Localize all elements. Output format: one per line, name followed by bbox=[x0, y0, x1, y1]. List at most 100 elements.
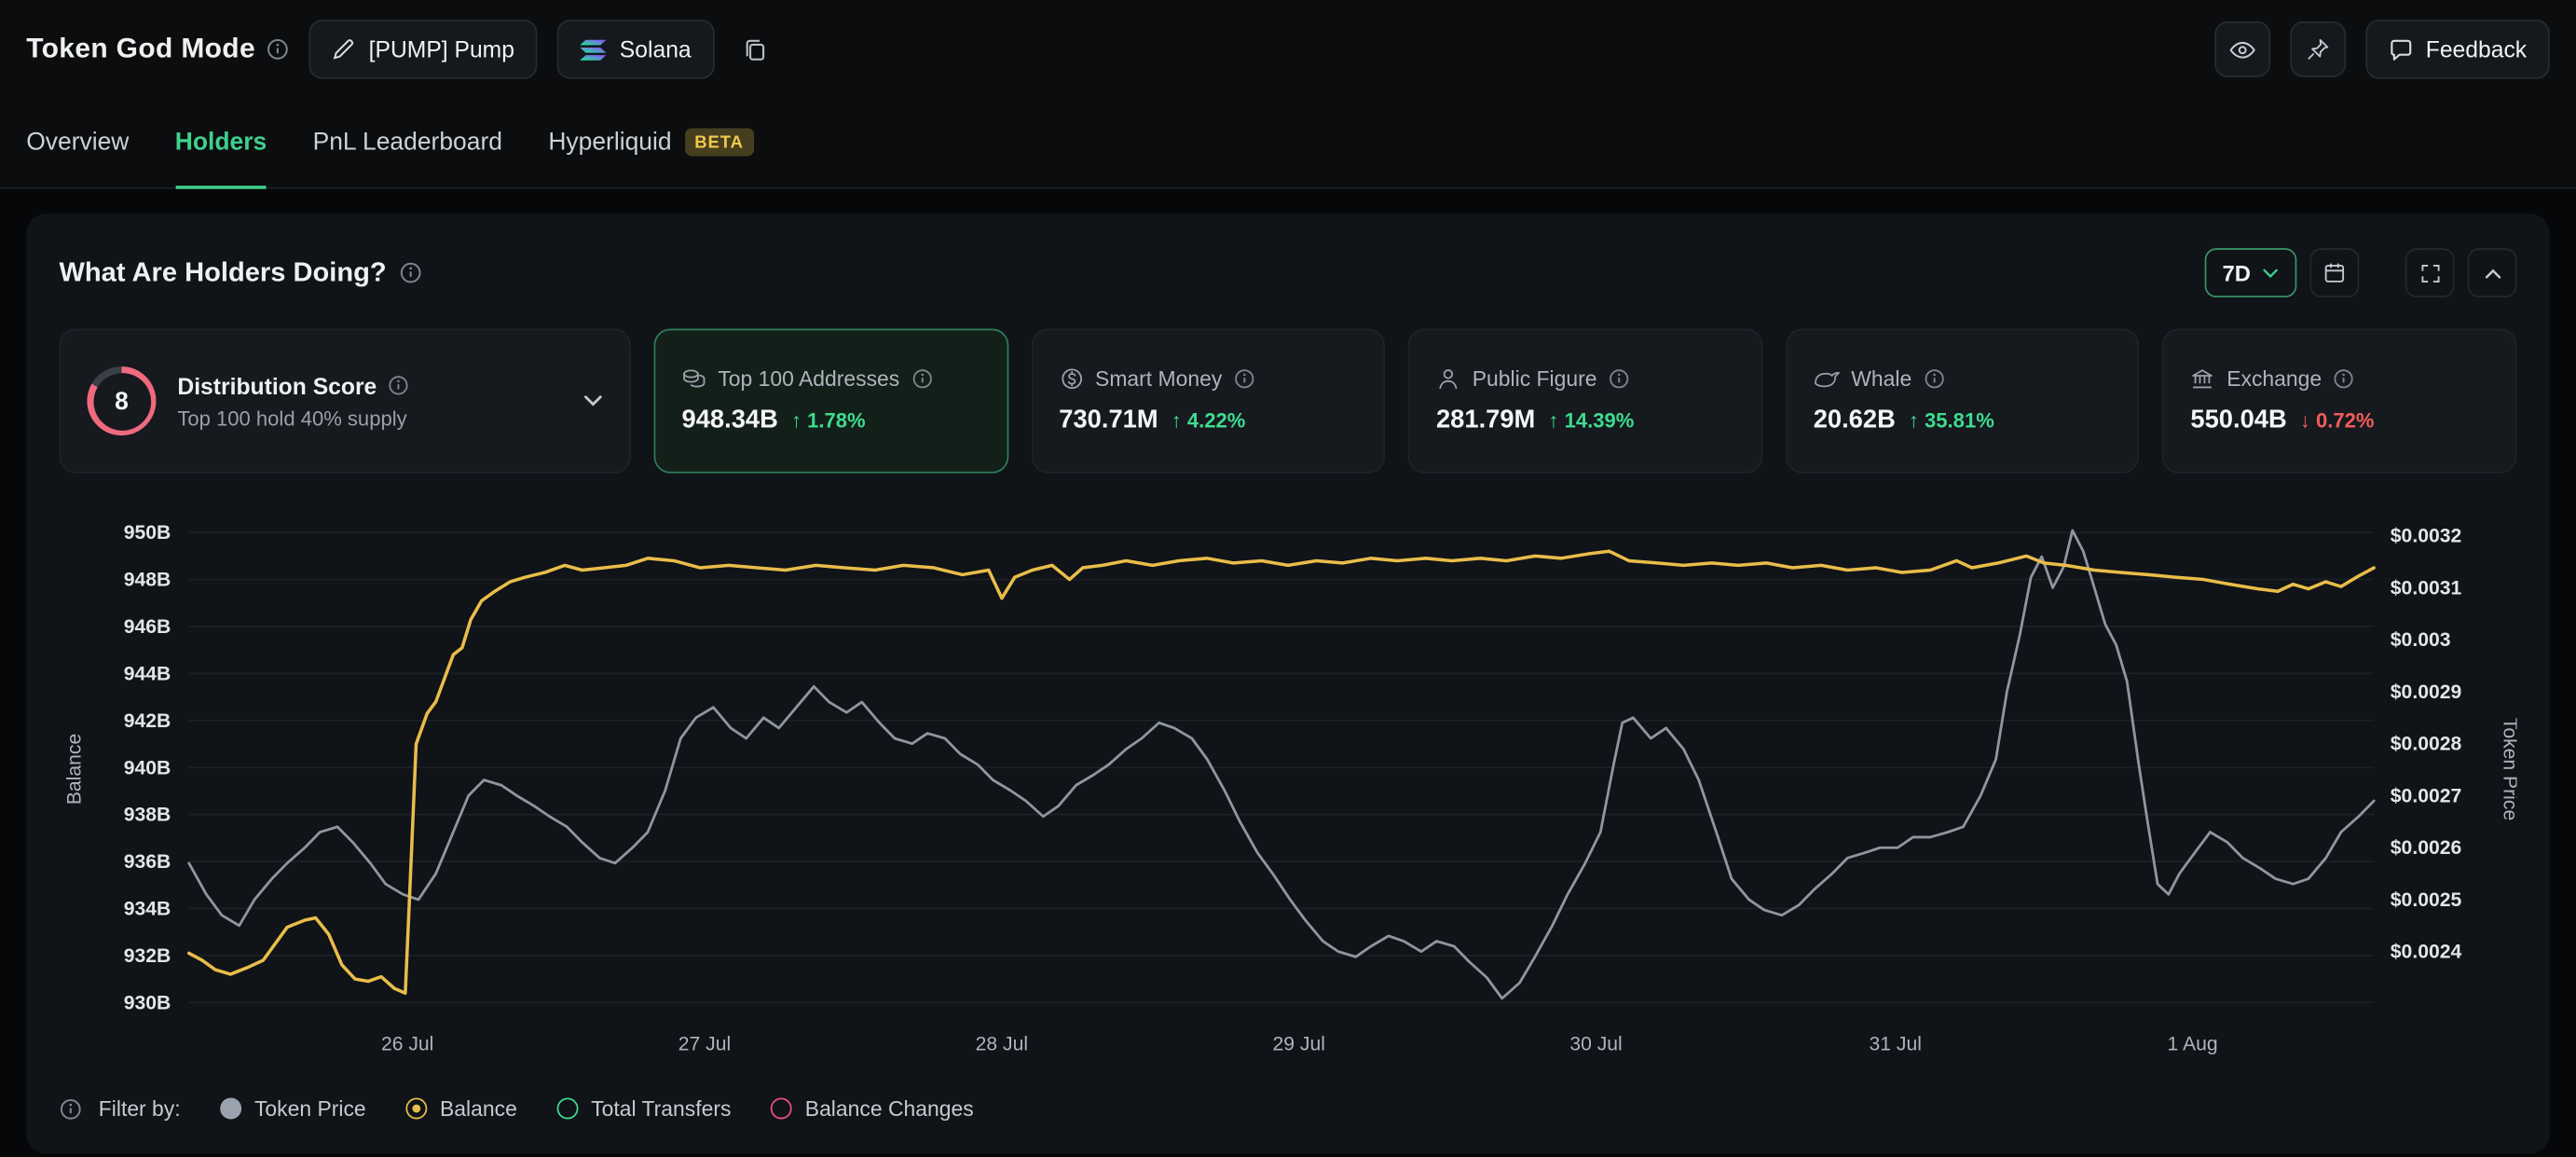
stat-card-top-100-addresses[interactable]: Top 100 Addresses 948.34B ↑ 1.78% bbox=[654, 329, 1008, 474]
fullscreen-button[interactable] bbox=[2405, 248, 2455, 297]
page-title-text: Token God Mode bbox=[26, 33, 255, 65]
svg-text:$0.0029: $0.0029 bbox=[2391, 682, 2461, 703]
radio-icon bbox=[405, 1098, 427, 1120]
app-root: Token God Mode [PUMP] Pump Solana F bbox=[0, 0, 2576, 1157]
svg-text:$0.0027: $0.0027 bbox=[2391, 785, 2461, 806]
distribution-score-gauge: 8 bbox=[87, 366, 156, 435]
stat-card-value: 948.34B bbox=[682, 406, 778, 435]
stat-card-change: ↑ 4.22% bbox=[1172, 409, 1246, 433]
chain-selector-button[interactable]: Solana bbox=[557, 20, 715, 78]
stat-card-title: Smart Money bbox=[1095, 366, 1222, 391]
filter-option-token-price[interactable]: Token Price bbox=[220, 1096, 366, 1121]
calendar-icon bbox=[2323, 261, 2347, 284]
info-icon[interactable] bbox=[389, 375, 410, 396]
copy-icon[interactable] bbox=[733, 28, 776, 71]
holders-chart-svg[interactable]: 950B948B946B944B942B940B938B936B934B932B… bbox=[59, 506, 2516, 1073]
stat-card-title: Public Figure bbox=[1473, 366, 1597, 391]
info-icon[interactable] bbox=[2333, 368, 2354, 390]
filter-option-balance-changes[interactable]: Balance Changes bbox=[771, 1096, 974, 1121]
stat-card-title: Top 100 Addresses bbox=[718, 366, 899, 391]
filter-option-label: Balance bbox=[440, 1096, 517, 1121]
pin-icon bbox=[2306, 38, 2329, 62]
info-icon[interactable] bbox=[1234, 368, 1255, 390]
svg-text:$0.0025: $0.0025 bbox=[2391, 889, 2462, 911]
stat-card-smart-money[interactable]: Smart Money 730.71M ↑ 4.22% bbox=[1031, 329, 1385, 474]
pin-button[interactable] bbox=[2289, 21, 2345, 77]
svg-text:26 Jul: 26 Jul bbox=[381, 1033, 433, 1054]
coin-dollar-icon bbox=[1059, 366, 1083, 391]
stat-card-value: 550.04B bbox=[2190, 406, 2286, 435]
distribution-score-card[interactable]: 8 Distribution Score Top 100 hold 40% su… bbox=[59, 329, 630, 474]
chevron-down-icon bbox=[2262, 267, 2279, 278]
top-bar: Token God Mode [PUMP] Pump Solana F bbox=[0, 0, 2576, 99]
tab-overview[interactable]: Overview bbox=[26, 99, 129, 189]
filter-option-label: Balance Changes bbox=[805, 1096, 974, 1121]
info-icon[interactable] bbox=[911, 368, 933, 390]
tab-hyperliquid[interactable]: Hyperliquid BETA bbox=[548, 99, 753, 189]
svg-text:$0.003: $0.003 bbox=[2391, 629, 2451, 651]
svg-text:946B: 946B bbox=[124, 616, 171, 638]
stat-card-change: ↓ 0.72% bbox=[2300, 409, 2375, 433]
svg-text:$0.0024: $0.0024 bbox=[2391, 942, 2462, 963]
holders-panel: What Are Holders Doing? 7D bbox=[26, 213, 2550, 1153]
stat-card-change: ↑ 14.39% bbox=[1548, 409, 1634, 433]
filter-option-balance[interactable]: Balance bbox=[405, 1096, 517, 1121]
info-icon[interactable] bbox=[267, 38, 290, 62]
svg-text:944B: 944B bbox=[124, 663, 171, 684]
beta-badge: BETA bbox=[685, 128, 754, 156]
tab-label: PnL Leaderboard bbox=[313, 128, 502, 156]
tab-label: Hyperliquid bbox=[548, 128, 671, 156]
stat-card-whale[interactable]: Whale 20.62B ↑ 35.81% bbox=[1786, 329, 2140, 474]
info-icon[interactable] bbox=[400, 261, 423, 284]
svg-text:938B: 938B bbox=[124, 805, 171, 826]
svg-text:Token Price: Token Price bbox=[2499, 718, 2516, 820]
info-icon[interactable] bbox=[1924, 368, 1945, 390]
radio-icon bbox=[220, 1098, 241, 1120]
panel-title-text: What Are Holders Doing? bbox=[59, 257, 386, 288]
filter-option-total-transfers[interactable]: Total Transfers bbox=[556, 1096, 731, 1121]
distribution-score-value: 8 bbox=[93, 372, 151, 430]
stat-card-value: 730.71M bbox=[1059, 406, 1158, 435]
filter-option-label: Total Transfers bbox=[591, 1096, 731, 1121]
chevron-down-icon[interactable] bbox=[583, 394, 603, 407]
timeframe-dropdown[interactable]: 7D bbox=[2204, 248, 2296, 297]
radio-icon bbox=[556, 1098, 578, 1120]
token-selector-label: [PUMP] Pump bbox=[369, 36, 514, 62]
stat-card-exchange[interactable]: Exchange 550.04B ↓ 0.72% bbox=[2162, 329, 2516, 474]
tab-label: Holders bbox=[175, 128, 267, 156]
info-icon[interactable] bbox=[1609, 368, 1630, 390]
tab-bar: Overview Holders PnL Leaderboard Hyperli… bbox=[0, 99, 2576, 189]
tab-pnl-leaderboard[interactable]: PnL Leaderboard bbox=[313, 99, 502, 189]
svg-text:$0.0032: $0.0032 bbox=[2391, 526, 2461, 547]
svg-text:948B: 948B bbox=[124, 570, 171, 591]
eye-icon bbox=[2228, 38, 2254, 60]
svg-text:932B: 932B bbox=[124, 945, 171, 967]
info-icon[interactable] bbox=[59, 1097, 82, 1121]
svg-text:30 Jul: 30 Jul bbox=[1569, 1033, 1622, 1054]
feedback-label: Feedback bbox=[2426, 36, 2527, 62]
stat-card-change: ↑ 1.78% bbox=[791, 409, 866, 433]
timeframe-value: 7D bbox=[2223, 260, 2251, 284]
svg-text:940B: 940B bbox=[124, 757, 171, 778]
filter-option-label: Token Price bbox=[254, 1096, 366, 1121]
stat-card-value: 20.62B bbox=[1814, 406, 1896, 435]
whale-icon bbox=[1814, 369, 1840, 389]
calendar-button[interactable] bbox=[2309, 248, 2359, 297]
stat-card-public-figure[interactable]: Public Figure 281.79M ↑ 14.39% bbox=[1408, 329, 1762, 474]
panel-title: What Are Holders Doing? bbox=[59, 257, 422, 288]
filter-by-label: Filter by: bbox=[99, 1096, 181, 1121]
watch-button[interactable] bbox=[2213, 21, 2269, 77]
holders-chart[interactable]: 950B948B946B944B942B940B938B936B934B932B… bbox=[59, 506, 2516, 1073]
distribution-score-title: Distribution Score bbox=[177, 372, 377, 398]
chain-selector-label: Solana bbox=[620, 36, 692, 62]
pencil-icon bbox=[333, 38, 356, 62]
tab-holders[interactable]: Holders bbox=[175, 99, 267, 189]
token-selector-button[interactable]: [PUMP] Pump bbox=[309, 20, 538, 78]
chevron-up-icon bbox=[2483, 267, 2501, 278]
feedback-button[interactable]: Feedback bbox=[2365, 20, 2550, 78]
svg-text:29 Jul: 29 Jul bbox=[1272, 1033, 1324, 1054]
stat-cards-row: 8 Distribution Score Top 100 hold 40% su… bbox=[59, 329, 2516, 474]
collapse-button[interactable] bbox=[2468, 248, 2517, 297]
svg-text:$0.0031: $0.0031 bbox=[2391, 577, 2462, 599]
radio-icon bbox=[771, 1098, 792, 1120]
